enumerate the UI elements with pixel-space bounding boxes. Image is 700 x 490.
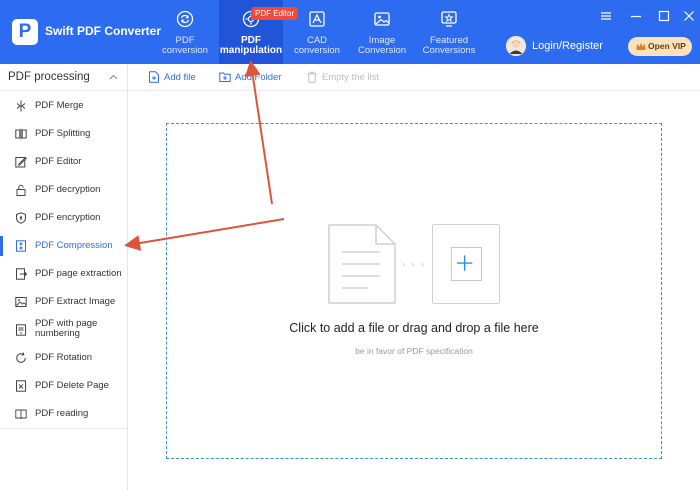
sidebar-item-pdf-page-numbering[interactable]: PDF with page numbering xyxy=(0,316,127,344)
sidebar-item-label: PDF Rotation xyxy=(35,352,93,363)
app-title: Swift PDF Converter xyxy=(45,24,162,38)
maximize-icon[interactable] xyxy=(658,10,670,22)
add-file-label: Add file xyxy=(164,72,196,83)
sidebar-item-label: PDF Extract Image xyxy=(35,296,116,307)
drop-subtext: be in favor of PDF specification xyxy=(355,346,473,356)
tab-label: PDF conversion xyxy=(162,35,208,56)
open-vip-button[interactable]: Open VIP xyxy=(628,37,692,56)
split-icon xyxy=(15,128,27,140)
numbering-icon xyxy=(16,324,26,336)
sidebar-item-pdf-rotation[interactable]: PDF Rotation xyxy=(0,344,127,372)
unlock-icon xyxy=(16,184,26,196)
extract-icon xyxy=(16,268,27,280)
tab-label: CAD conversion xyxy=(294,35,340,56)
image-icon xyxy=(374,12,390,26)
sidebar-item-pdf-delete-page[interactable]: PDF Delete Page xyxy=(0,372,127,400)
sidebar-item-label: PDF decryption xyxy=(35,184,101,195)
sidebar-item-pdf-compression[interactable]: PDF Compression xyxy=(0,232,127,260)
add-box-inner xyxy=(451,247,482,281)
sidebar-item-label: PDF Compression xyxy=(35,240,113,251)
trash-icon xyxy=(307,71,317,83)
login-register-link[interactable]: Login/Register xyxy=(532,40,603,52)
sidebar-divider xyxy=(0,428,127,429)
sidebar-item-pdf-merge[interactable]: PDF Merge xyxy=(0,92,127,120)
top-bar: P Swift PDF Converter PDF conversion PDF… xyxy=(0,0,700,64)
minimize-icon[interactable] xyxy=(630,10,642,22)
delete-page-icon xyxy=(16,380,26,392)
tab-pdf-conversion[interactable]: PDF conversion xyxy=(155,0,215,64)
compress-icon xyxy=(16,240,26,252)
sidebar-item-label: PDF Delete Page xyxy=(35,380,109,391)
add-file-icon xyxy=(149,71,159,83)
merge-icon xyxy=(16,100,26,112)
tab-label: Featured Conversions xyxy=(422,35,476,56)
drop-instruction: Click to add a file or drag and drop a f… xyxy=(289,321,539,335)
user-icon xyxy=(506,36,526,56)
book-icon xyxy=(15,409,27,420)
sidebar-item-pdf-decryption[interactable]: PDF decryption xyxy=(0,176,127,204)
add-file-box[interactable] xyxy=(432,224,500,304)
add-folder-icon xyxy=(219,72,231,82)
menu-icon[interactable] xyxy=(600,10,612,22)
document-icon xyxy=(328,224,396,304)
sidebar-item-label: PDF Splitting xyxy=(35,128,91,139)
close-icon[interactable] xyxy=(683,10,695,22)
sidebar-item-label: PDF reading xyxy=(35,408,89,419)
tab-featured-conversions[interactable]: Featured Conversions xyxy=(418,0,480,64)
tab-cad-conversion[interactable]: CAD conversion xyxy=(287,0,347,64)
avatar[interactable] xyxy=(506,36,526,56)
app-logo: P xyxy=(12,19,38,45)
cad-icon xyxy=(309,11,325,27)
chevron-up-icon xyxy=(109,74,118,80)
sidebar-section-title: PDF processing xyxy=(8,71,90,83)
sidebar-item-pdf-page-extraction[interactable]: PDF page extraction xyxy=(0,260,127,288)
sidebar-item-label: PDF Editor xyxy=(35,156,82,167)
shield-icon xyxy=(16,212,26,224)
toolbar: Add file Add Folder Empty the list xyxy=(128,64,700,91)
tab-label: PDF manipulation xyxy=(219,35,283,56)
sidebar-item-label: PDF page extraction xyxy=(35,268,122,279)
sidebar-item-pdf-encryption[interactable]: PDF encryption xyxy=(0,204,127,232)
crown-icon xyxy=(636,42,646,50)
sidebar-section-header[interactable]: PDF processing xyxy=(0,64,127,91)
tab-image-conversion[interactable]: Image Conversion xyxy=(352,0,412,64)
app-window: P Swift PDF Converter PDF conversion PDF… xyxy=(0,0,700,490)
tab-label: Image Conversion xyxy=(357,35,407,56)
sidebar-item-pdf-extract-image[interactable]: PDF Extract Image xyxy=(0,288,127,316)
transfer-arrows: › › › xyxy=(402,259,426,269)
sidebar-item-label: PDF encryption xyxy=(35,212,101,223)
refresh-doc-icon xyxy=(176,10,194,28)
empty-list-label: Empty the list xyxy=(322,72,380,83)
plus-icon xyxy=(456,255,473,271)
add-folder-label: Add Folder xyxy=(235,72,282,83)
image-icon xyxy=(15,297,27,307)
sidebar-item-pdf-reading[interactable]: PDF reading xyxy=(0,400,127,428)
sidebar-item-label: PDF Merge xyxy=(35,100,84,111)
file-drop-zone[interactable] xyxy=(166,123,662,459)
sidebar-item-pdf-editor[interactable]: PDF Editor xyxy=(0,148,127,176)
star-monitor-icon xyxy=(441,11,457,27)
sidebar-item-label: PDF with page numbering xyxy=(35,318,98,339)
sidebar: PDF processing PDF Merge PDF Splitting P… xyxy=(0,64,128,490)
open-vip-label: Open VIP xyxy=(648,41,686,51)
edit-icon xyxy=(15,156,27,168)
rotate-icon xyxy=(16,352,26,363)
sidebar-item-pdf-splitting[interactable]: PDF Splitting xyxy=(0,120,127,148)
